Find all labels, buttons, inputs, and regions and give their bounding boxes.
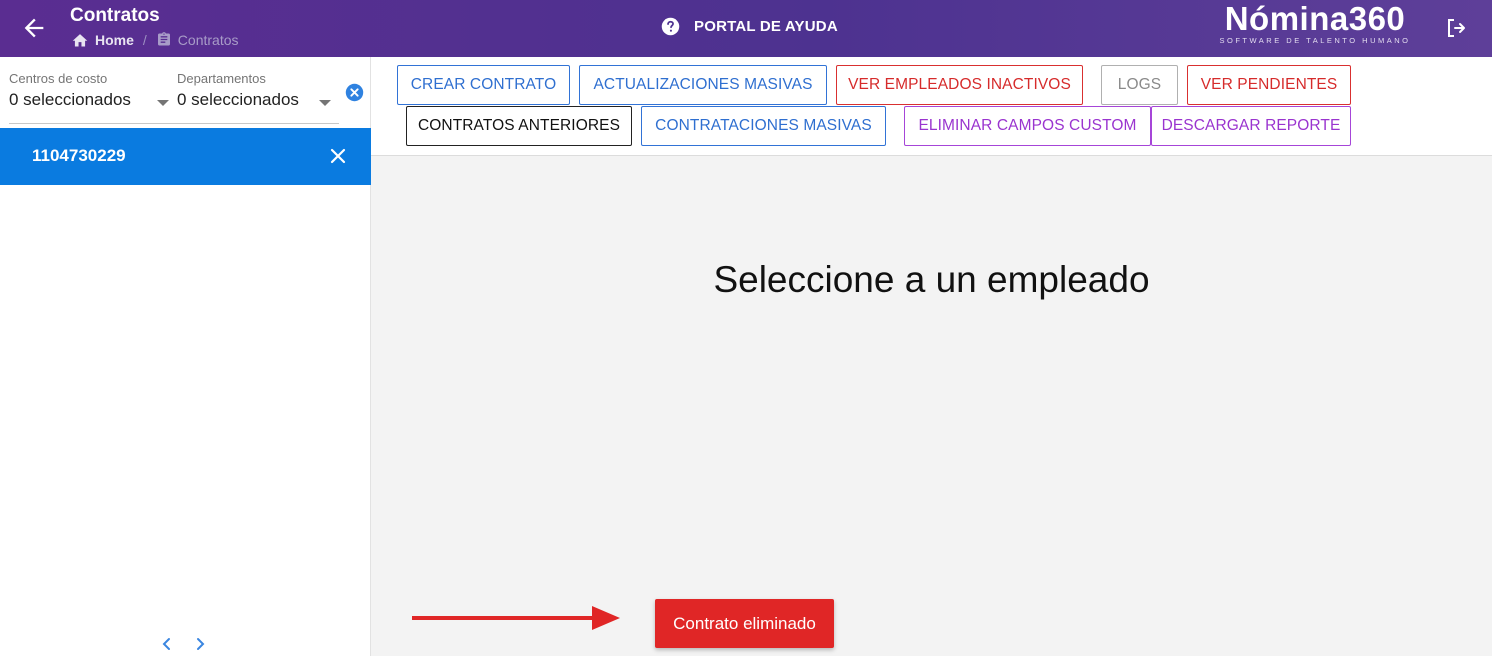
top-bar: Contratos Home / Contratos PORTAL DE AYU… bbox=[0, 0, 1492, 57]
chevron-left-icon[interactable] bbox=[160, 637, 174, 651]
chevron-down-icon[interactable] bbox=[319, 100, 331, 106]
view-pending-button[interactable]: VER PENDIENTES bbox=[1187, 65, 1351, 105]
department-filter[interactable]: Departamentos 0 seleccionados bbox=[177, 71, 299, 110]
employee-id: 1104730229 bbox=[32, 146, 126, 165]
back-arrow-icon[interactable] bbox=[20, 14, 48, 42]
help-portal-link[interactable]: PORTAL DE AYUDA bbox=[660, 16, 838, 37]
brand-logo: Nómina360 SOFTWARE DE TALENTO HUMANO bbox=[1215, 0, 1415, 46]
close-icon[interactable] bbox=[330, 148, 346, 164]
toast-notification: Contrato eliminado bbox=[655, 599, 834, 648]
logo-tagline: SOFTWARE DE TALENTO HUMANO bbox=[1219, 36, 1411, 45]
download-report-button[interactable]: DESCARGAR REPORTE bbox=[1151, 106, 1351, 146]
chevron-down-icon[interactable] bbox=[157, 100, 169, 106]
filter-label: Departamentos bbox=[177, 71, 266, 86]
filter-label: Centros de costo bbox=[9, 71, 108, 86]
previous-contracts-button[interactable]: CONTRATOS ANTERIORES bbox=[406, 106, 632, 146]
help-portal-label: PORTAL DE AYUDA bbox=[694, 18, 838, 35]
annotation-arrow bbox=[412, 606, 620, 630]
employee-list-item[interactable]: 1104730229 bbox=[0, 128, 371, 185]
logs-button[interactable]: LOGS bbox=[1101, 65, 1178, 105]
logout-icon[interactable] bbox=[1444, 16, 1468, 40]
page-title: Contratos bbox=[70, 5, 160, 26]
clipboard-icon bbox=[157, 32, 170, 46]
main-content: CREAR CONTRATO ACTUALIZACIONES MASIVAS V… bbox=[371, 57, 1492, 656]
toast-message: Contrato eliminado bbox=[673, 613, 816, 633]
cost-center-filter[interactable]: Centros de costo 0 seleccionados bbox=[9, 71, 131, 110]
bulk-hiring-button[interactable]: CONTRATACIONES MASIVAS bbox=[641, 106, 886, 146]
breadcrumb-current: Contratos bbox=[177, 31, 239, 48]
create-contract-button[interactable]: CREAR CONTRATO bbox=[397, 65, 570, 105]
breadcrumb-home[interactable]: Home bbox=[95, 32, 134, 48]
actions-toolbar: CREAR CONTRATO ACTUALIZACIONES MASIVAS V… bbox=[371, 57, 1492, 156]
breadcrumb-separator: / bbox=[142, 31, 147, 48]
breadcrumb: Home / Contratos bbox=[71, 31, 239, 48]
employee-sidebar: Centros de costo 0 seleccionados Departa… bbox=[0, 57, 371, 656]
help-icon bbox=[661, 17, 680, 36]
delete-custom-fields-button[interactable]: ELIMINAR CAMPOS CUSTOM bbox=[904, 106, 1151, 146]
empty-state-message: Seleccione a un empleado bbox=[713, 259, 1150, 300]
logo-name: Nómina360 bbox=[1224, 0, 1406, 37]
clear-filters-icon[interactable] bbox=[345, 83, 364, 102]
bulk-updates-button[interactable]: ACTUALIZACIONES MASIVAS bbox=[579, 65, 827, 105]
view-inactive-employees-button[interactable]: VER EMPLEADOS INACTIVOS bbox=[836, 65, 1083, 105]
home-icon bbox=[72, 33, 88, 47]
filter-value: 0 seleccionados bbox=[177, 90, 299, 109]
filter-divider bbox=[9, 123, 339, 124]
chevron-right-icon[interactable] bbox=[193, 637, 207, 651]
filter-value: 0 seleccionados bbox=[9, 90, 131, 109]
